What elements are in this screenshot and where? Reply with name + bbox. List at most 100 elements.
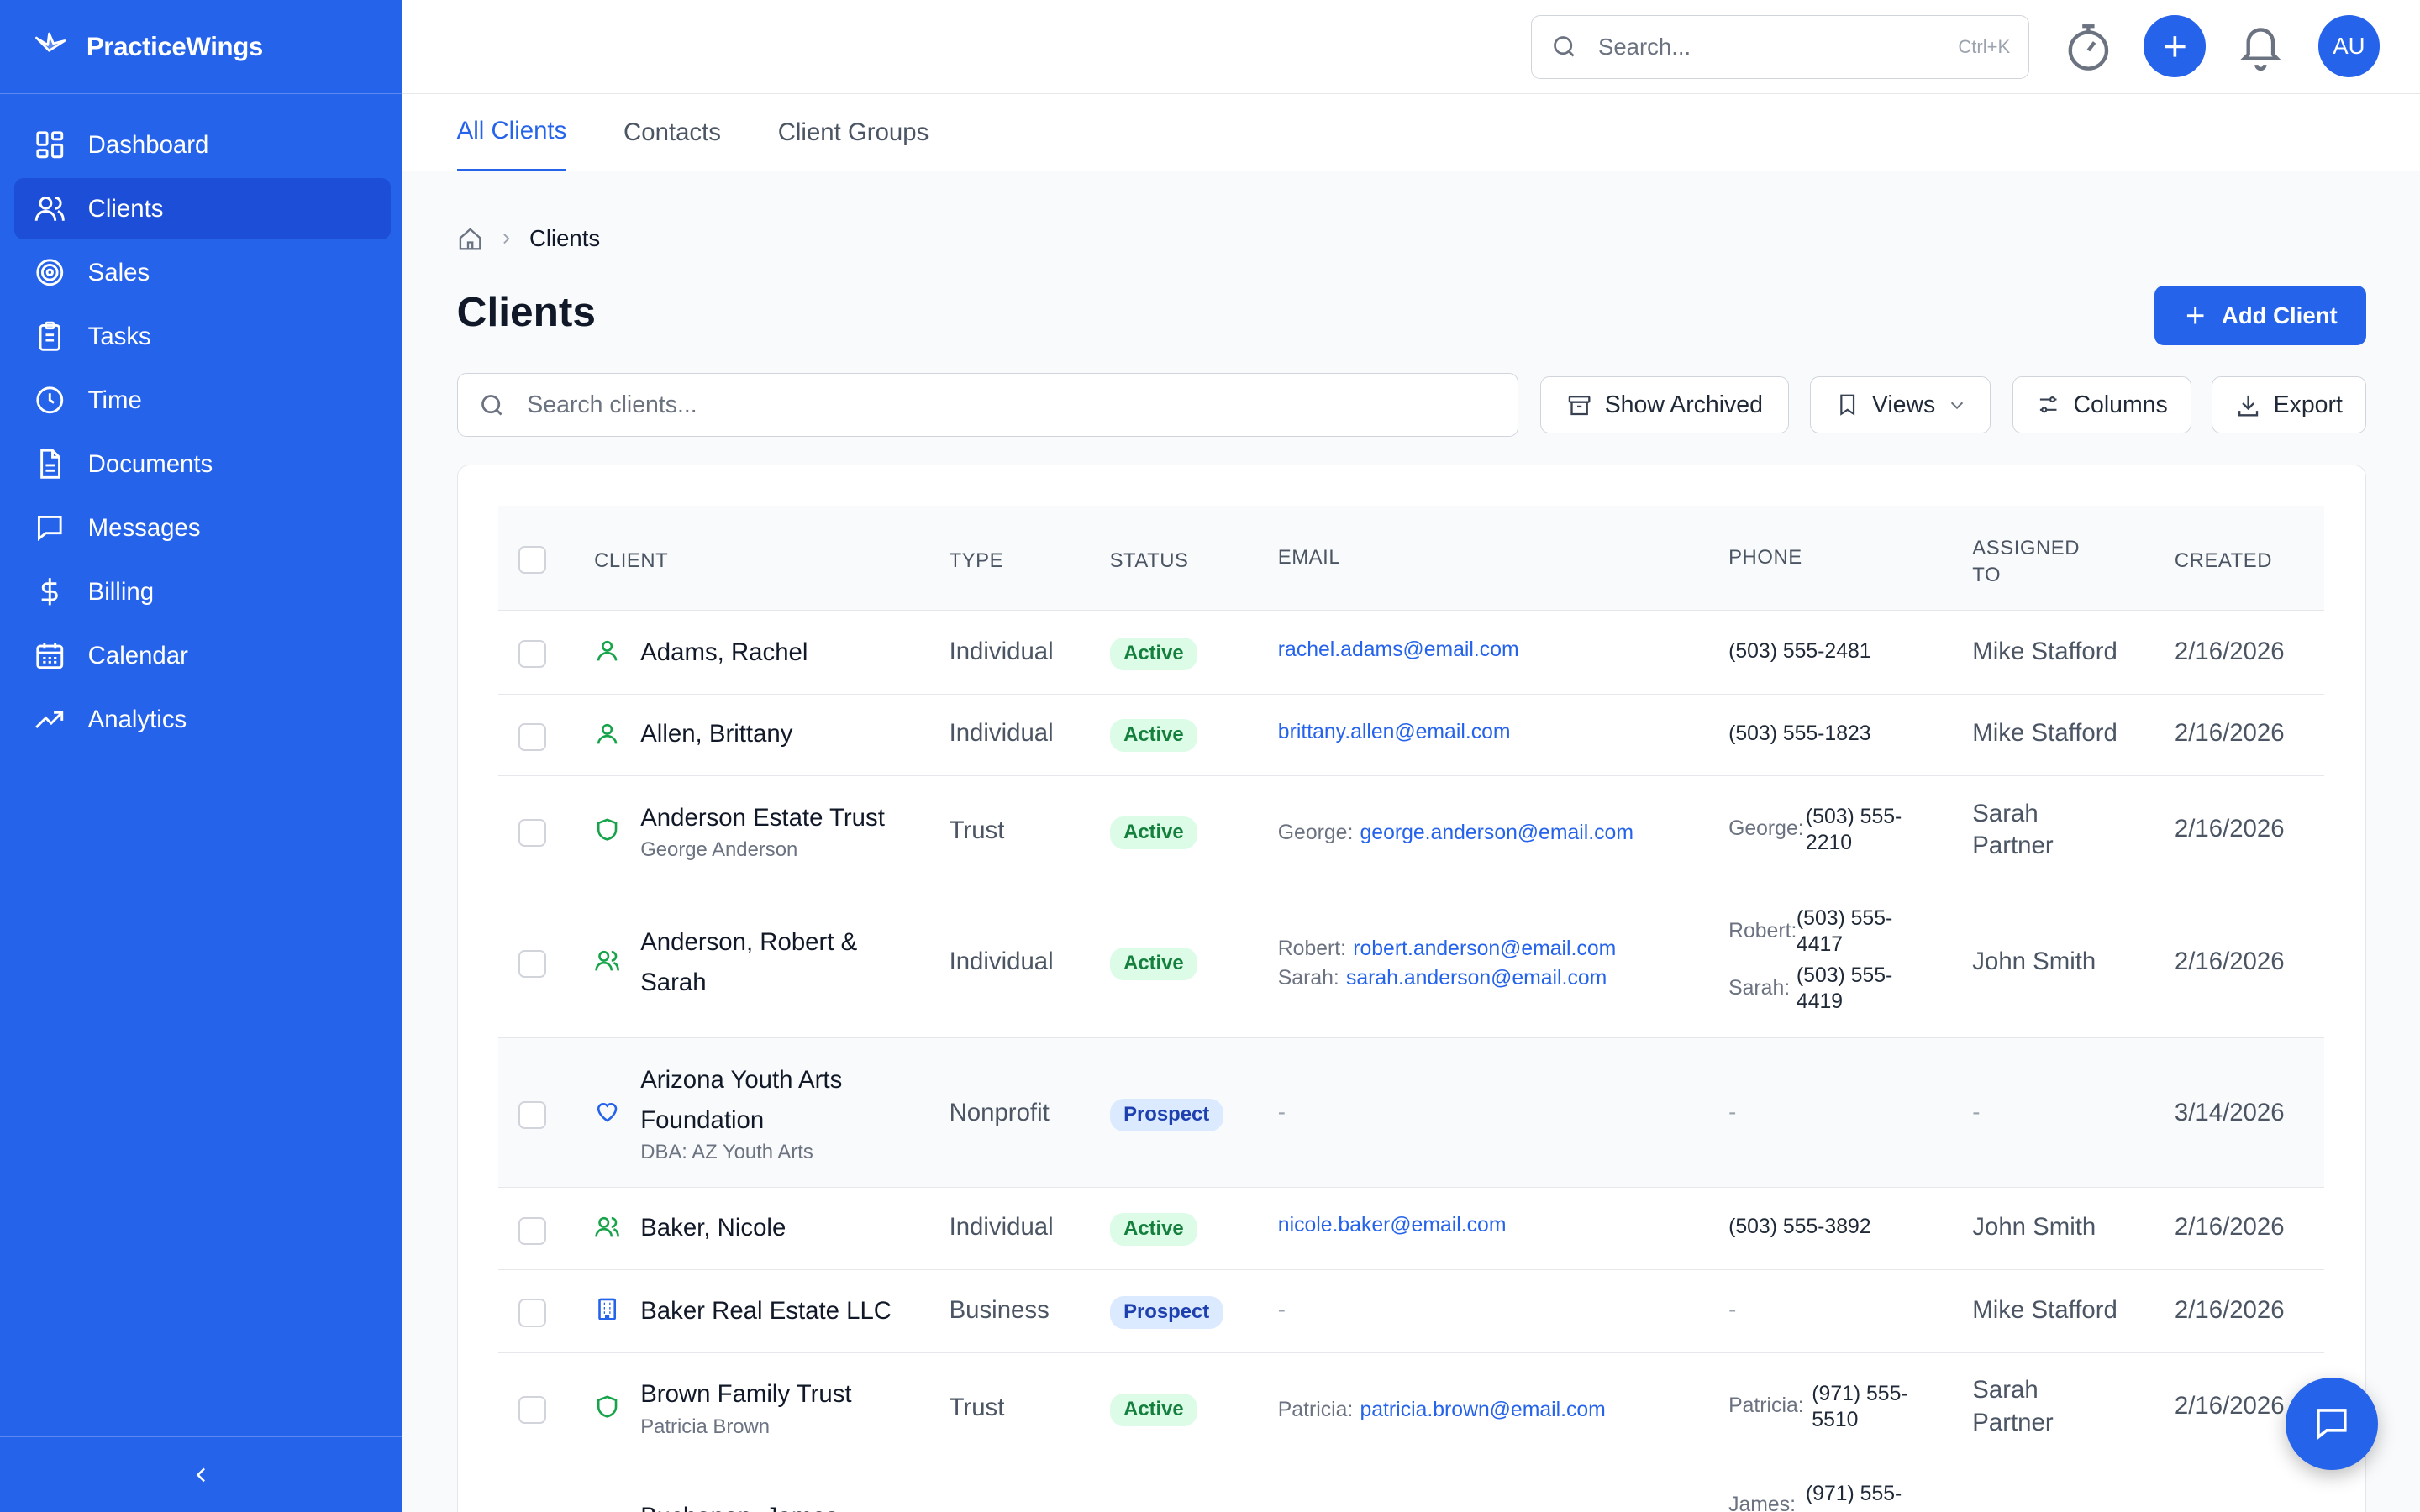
show-archived-button[interactable]: Show Archived bbox=[1540, 376, 1789, 434]
client-email[interactable]: george.anderson@email.com bbox=[1360, 822, 1634, 844]
brand[interactable]: PracticeWings bbox=[0, 0, 403, 95]
client-name[interactable]: Anderson, Robert & Sarah bbox=[640, 922, 857, 1003]
tab-all-clients[interactable]: All Clients bbox=[456, 94, 567, 171]
phone-contact-label: Patricia: bbox=[1728, 1394, 1804, 1418]
client-email[interactable]: sarah.anderson@email.com bbox=[1346, 967, 1607, 990]
row-checkbox[interactable] bbox=[518, 1101, 547, 1130]
home-icon[interactable] bbox=[457, 226, 483, 252]
user-avatar[interactable]: AU bbox=[2317, 15, 2381, 77]
tab-contacts[interactable]: Contacts bbox=[623, 94, 721, 171]
client-name[interactable]: Anderson Estate Trust bbox=[640, 798, 885, 838]
add-client-button[interactable]: Add Client bbox=[2154, 285, 2366, 346]
collapse-sidebar-button[interactable] bbox=[0, 1436, 403, 1512]
row-checkbox[interactable] bbox=[518, 819, 547, 848]
wings-logo-icon bbox=[35, 33, 66, 52]
sidebar-item-tasks[interactable]: Tasks bbox=[14, 306, 391, 367]
assigned-to: John Smith bbox=[1972, 1212, 2096, 1241]
stopwatch-icon bbox=[2068, 24, 2108, 71]
file-icon bbox=[40, 449, 61, 480]
client-email[interactable]: nicole.baker@email.com bbox=[1278, 1214, 1507, 1237]
table-row[interactable]: Allen, Brittany Individual Active britta… bbox=[498, 694, 2325, 776]
sidebar-item-dashboard[interactable]: Dashboard bbox=[14, 114, 391, 176]
column-header-email[interactable]: EMAIL bbox=[1278, 544, 1340, 570]
export-label: Export bbox=[2273, 391, 2343, 418]
dashboard-icon bbox=[36, 131, 64, 159]
quick-add-button[interactable] bbox=[2144, 15, 2206, 77]
app-name: PracticeWings bbox=[86, 31, 263, 61]
client-email[interactable]: brittany.allen@email.com bbox=[1278, 721, 1511, 744]
table-row[interactable]: Baker, Nicole Individual Active nicole.b… bbox=[498, 1188, 2325, 1270]
column-header-client[interactable]: CLIENT bbox=[594, 548, 668, 574]
tab-client-groups[interactable]: Client Groups bbox=[778, 94, 929, 171]
client-name[interactable]: Brown Family Trust bbox=[640, 1374, 851, 1415]
client-type: Individual bbox=[949, 947, 1054, 975]
column-header-status[interactable]: STATUS bbox=[1110, 548, 1189, 574]
client-email[interactable]: robert.anderson@email.com bbox=[1353, 937, 1616, 960]
assigned-line2: Partner bbox=[1972, 1409, 2054, 1437]
table-row[interactable]: Baker Real Estate LLC Business Prospect … bbox=[498, 1269, 2325, 1353]
sidebar-item-label: Billing bbox=[87, 577, 155, 606]
status-badge: Prospect bbox=[1109, 1098, 1223, 1131]
phone-contact-label: George: bbox=[1728, 817, 1804, 841]
table-row[interactable]: Anderson, Robert & Sarah Individual Acti… bbox=[498, 885, 2325, 1039]
table-row[interactable]: Adams, Rachel Individual Active rachel.a… bbox=[498, 611, 2325, 695]
sidebar-item-label: Documents bbox=[87, 449, 213, 478]
views-dropdown[interactable]: Views bbox=[1810, 376, 1991, 434]
client-name[interactable]: Allen, Brittany bbox=[640, 714, 792, 754]
client-name[interactable]: Arizona Youth Arts Foundation bbox=[640, 1060, 842, 1141]
column-header-assigned-line2: TO bbox=[1972, 563, 2002, 586]
table-header: CLIENT TYPE STATUS EMAIL PHONE ASSIGNED … bbox=[498, 506, 2325, 612]
phone-line2: 4419 bbox=[1796, 990, 1844, 1014]
plus-icon bbox=[2164, 35, 2186, 57]
row-checkbox[interactable] bbox=[518, 640, 547, 669]
sidebar-item-sales[interactable]: Sales bbox=[14, 242, 391, 303]
table-row[interactable]: Arizona Youth Arts Foundation DBA: AZ Yo… bbox=[498, 1038, 2325, 1189]
clipboard-icon bbox=[39, 322, 61, 352]
notifications-button[interactable] bbox=[2235, 17, 2287, 76]
client-name-line2: Foundation bbox=[640, 1105, 765, 1134]
sidebar-item-documents[interactable]: Documents bbox=[14, 433, 391, 495]
assigned-to: Sarah Partner bbox=[1972, 798, 2053, 863]
sidebar-item-clients[interactable]: Clients bbox=[13, 177, 391, 240]
sidebar-item-billing[interactable]: Billing bbox=[14, 561, 391, 622]
client-search-input[interactable]: Search clients... bbox=[456, 373, 1519, 437]
assigned-to: Mike Stafford bbox=[1972, 1295, 2118, 1324]
column-header-type[interactable]: TYPE bbox=[950, 548, 1004, 574]
row-checkbox[interactable] bbox=[518, 723, 547, 752]
timer-button[interactable] bbox=[2062, 18, 2114, 74]
show-archived-label: Show Archived bbox=[1604, 391, 1763, 418]
column-header-assigned-to[interactable]: ASSIGNED TO bbox=[1972, 535, 2080, 587]
client-name[interactable]: Buchanan, James bbox=[640, 1497, 838, 1512]
assigned-line1: Sarah bbox=[1972, 799, 2039, 827]
select-all-checkbox[interactable] bbox=[518, 546, 547, 575]
sidebar-item-analytics[interactable]: Analytics bbox=[14, 689, 391, 750]
client-email[interactable]: patricia.brown@email.com bbox=[1360, 1399, 1605, 1421]
table-row[interactable]: Brown Family Trust Patricia Brown Trust … bbox=[498, 1352, 2325, 1463]
sidebar-item-messages[interactable]: Messages bbox=[14, 497, 391, 559]
client-subtitle: Patricia Brown bbox=[640, 1415, 771, 1439]
topbar: Search... Ctrl+K AU bbox=[402, 0, 2420, 95]
assigned-to: Sarah Partner bbox=[1972, 1374, 2053, 1439]
created-date: 2/16/2026 bbox=[2174, 637, 2285, 665]
sidebar-item-calendar[interactable]: Calendar bbox=[14, 625, 391, 686]
client-name[interactable]: Baker Real Estate LLC bbox=[640, 1291, 892, 1331]
global-search-input[interactable]: Search... Ctrl+K bbox=[1531, 15, 2030, 79]
row-checkbox[interactable] bbox=[518, 1396, 547, 1425]
table-row[interactable]: Anderson Estate Trust George Anderson Tr… bbox=[498, 775, 2325, 886]
client-type: Business bbox=[949, 1295, 1050, 1324]
sidebar-item-time[interactable]: Time bbox=[14, 370, 391, 431]
chat-button[interactable] bbox=[2286, 1378, 2379, 1471]
row-checkbox[interactable] bbox=[518, 950, 547, 979]
export-button[interactable]: Export bbox=[2211, 376, 2366, 434]
client-email[interactable]: rachel.adams@email.com bbox=[1278, 638, 1519, 662]
row-checkbox[interactable] bbox=[518, 1299, 547, 1327]
client-name[interactable]: Adams, Rachel bbox=[640, 633, 808, 673]
row-checkbox[interactable] bbox=[518, 1217, 547, 1246]
client-name[interactable]: Baker, Nicole bbox=[640, 1208, 786, 1248]
columns-button[interactable]: Columns bbox=[2012, 376, 2192, 434]
client-search-placeholder: Search clients... bbox=[527, 391, 697, 418]
column-header-phone[interactable]: PHONE bbox=[1728, 544, 1802, 570]
phone-line2: 2210 bbox=[1805, 832, 1853, 855]
table-row[interactable]: Buchanan, James James: (971) 555- bbox=[498, 1462, 2325, 1512]
column-header-created[interactable]: CREATED bbox=[2175, 548, 2272, 574]
